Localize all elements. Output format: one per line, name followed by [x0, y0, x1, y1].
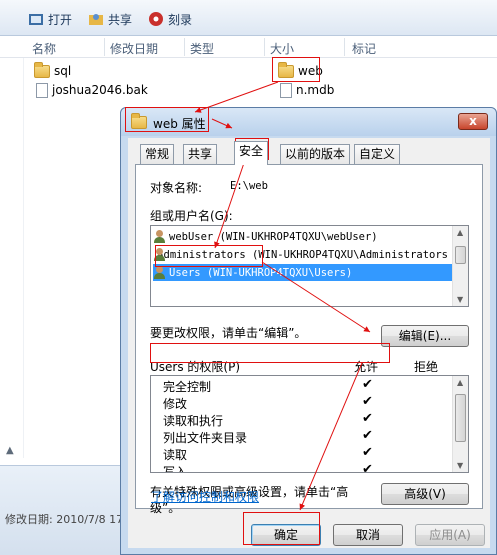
column-header: 名称 修改日期 类型 大小 标记 — [0, 36, 497, 58]
col-tags[interactable]: 标记 — [352, 40, 376, 57]
permission-name: 列出文件夹目录 — [163, 431, 248, 445]
allow-check-icon: ✔ — [362, 428, 373, 443]
allow-check-icon: ✔ — [362, 445, 373, 460]
file-icon — [280, 82, 292, 98]
list-item[interactable]: n.mdb — [280, 81, 334, 99]
object-name-label: 对象名称: — [150, 181, 203, 195]
permission-name: 读取 — [163, 448, 188, 462]
allow-check-icon: ✔ — [362, 411, 373, 426]
scroll-up-icon[interactable]: ▲ — [6, 445, 14, 456]
scroll-up-icon[interactable]: ▲ — [457, 378, 463, 387]
burn-icon — [149, 12, 163, 26]
scroll-down-icon[interactable]: ▼ — [457, 461, 463, 470]
permissions-list: 完全控制 ✔ 修改 ✔ 读取和执行 ✔ 列出文件夹目录 ✔ 读取 ✔ 写入 ✔ … — [150, 375, 469, 473]
file-name: joshua2046.bak — [52, 83, 148, 97]
permissions-scrollbar[interactable]: ▲ ▼ — [452, 376, 468, 472]
security-panel: 对象名称: E:\web 组或用户名(G): webUser (WIN-UKHR… — [135, 164, 483, 515]
explorer-toolbar: 打开 共享 刻录 — [0, 0, 497, 36]
col-name[interactable]: 名称 — [32, 40, 56, 57]
tab-previous-versions[interactable]: 以前的版本 — [280, 144, 351, 164]
col-size[interactable]: 大小 — [270, 40, 294, 57]
edit-button[interactable]: 编辑(E)... — [381, 325, 469, 347]
burn-label: 刻录 — [168, 12, 193, 27]
allow-check-icon: ✔ — [362, 377, 373, 392]
highlight-users-entry — [155, 245, 263, 267]
cancel-button[interactable]: 取消 — [333, 524, 403, 546]
scroll-down-icon[interactable]: ▼ — [457, 295, 463, 304]
learn-access-control-link[interactable]: 了解访问控制和权限 — [151, 488, 259, 505]
open-label: 打开 — [48, 12, 73, 27]
open-icon — [29, 14, 43, 25]
user-label: webUser (WIN-UKHROP4TQXU\webUser) — [169, 230, 378, 243]
change-hint: 要更改权限，请单击“编辑”。 — [150, 326, 307, 340]
apply-button[interactable]: 应用(A) — [415, 524, 485, 546]
object-name-value: E:\web — [230, 180, 268, 192]
scroll-up-icon[interactable]: ▲ — [457, 228, 463, 237]
highlight-full-control — [150, 343, 390, 363]
navigation-pane — [0, 58, 24, 458]
permission-name: 读取和执行 — [163, 414, 224, 428]
details-text: 修改日期: 2010/7/8 17 — [5, 513, 124, 526]
share-button[interactable]: 共享 — [88, 9, 132, 29]
burn-button[interactable]: 刻录 — [148, 9, 192, 29]
list-item[interactable]: sql — [34, 61, 72, 80]
close-button[interactable]: x — [458, 113, 488, 130]
highlight-ok-button — [243, 512, 320, 545]
open-button[interactable]: 打开 — [28, 9, 72, 29]
share-label: 共享 — [108, 12, 133, 27]
user-label: Users (WIN-UKHROP4TQXU\Users) — [169, 266, 353, 279]
properties-dialog: web 属性 x 常规 共享 安全 以前的版本 自定义 对象名称: E:\web… — [120, 107, 497, 555]
file-name: sql — [54, 64, 72, 78]
scroll-thumb[interactable] — [455, 246, 466, 264]
list-item[interactable]: joshua2046.bak — [36, 81, 148, 99]
highlight-web-folder — [272, 57, 320, 82]
user-icon — [153, 230, 166, 243]
user-icon — [153, 266, 166, 279]
tab-security[interactable]: 安全 — [234, 141, 269, 165]
user-list-scrollbar[interactable]: ▲ ▼ — [452, 226, 468, 306]
col-type[interactable]: 类型 — [190, 40, 214, 57]
col-modified[interactable]: 修改日期 — [110, 40, 158, 57]
list-item-user[interactable]: webUser (WIN-UKHROP4TQXU\webUser) — [153, 228, 448, 245]
tab-general[interactable]: 常规 — [140, 144, 175, 164]
file-icon — [36, 82, 48, 98]
share-icon — [89, 14, 103, 25]
tab-sharing[interactable]: 共享 — [183, 144, 218, 164]
scroll-thumb[interactable] — [455, 394, 466, 442]
group-label: 组或用户名(G): — [150, 209, 233, 223]
permission-name: 完全控制 — [163, 380, 212, 394]
folder-icon — [34, 61, 50, 78]
allow-check-icon: ✔ — [362, 462, 373, 473]
highlight-dialog-title — [125, 107, 209, 132]
file-name: n.mdb — [296, 83, 335, 97]
advanced-button[interactable]: 高级(V) — [381, 483, 469, 505]
tab-customize[interactable]: 自定义 — [354, 144, 401, 164]
allow-check-icon: ✔ — [362, 394, 373, 409]
permission-name: 写入 — [163, 465, 188, 473]
permission-name: 修改 — [163, 397, 188, 411]
deny-header: 拒绝 — [414, 360, 439, 374]
